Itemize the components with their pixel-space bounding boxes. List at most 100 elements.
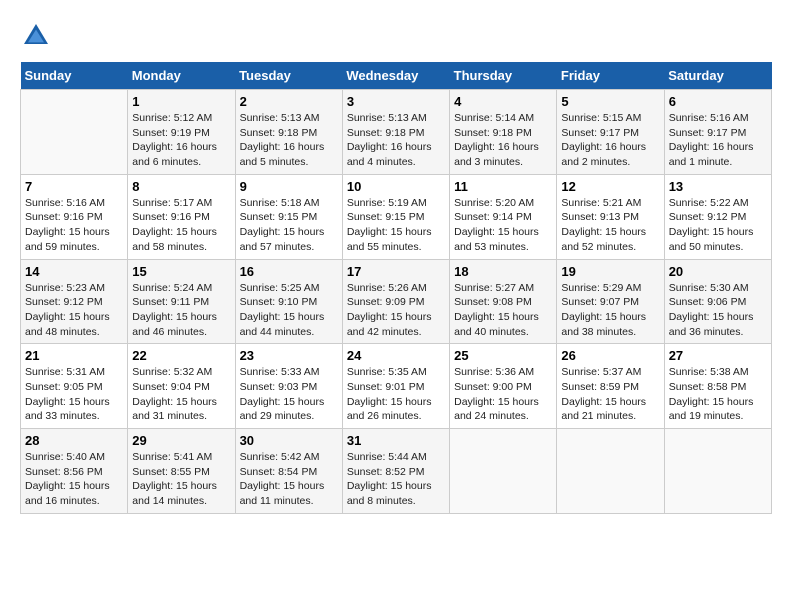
- calendar-cell: [664, 429, 771, 514]
- calendar-cell: 21 Sunrise: 5:31 AM Sunset: 9:05 PM Dayli…: [21, 344, 128, 429]
- calendar-cell: 13Sunrise: 5:22 AM Sunset: 9:12 PM Dayli…: [664, 174, 771, 259]
- day-info: Sunrise: 5:35 AM Sunset: 9:01 PM Dayligh…: [347, 365, 445, 424]
- calendar-cell: 27Sunrise: 5:38 AM Sunset: 8:58 PM Dayli…: [664, 344, 771, 429]
- calendar-cell: 24 Sunrise: 5:35 AM Sunset: 9:01 PM Dayli…: [342, 344, 449, 429]
- day-info: Sunrise: 5:33 AM Sunset: 9:03 PM Dayligh…: [240, 365, 338, 424]
- weekday-header-tuesday: Tuesday: [235, 62, 342, 90]
- day-info: Sunrise: 5:25 AM Sunset: 9:10 PM Dayligh…: [240, 281, 338, 340]
- calendar-cell: 7 Sunrise: 5:16 AM Sunset: 9:16 PM Daylig…: [21, 174, 128, 259]
- day-number: 30: [240, 433, 338, 448]
- day-number: 17: [347, 264, 445, 279]
- calendar-cell: 14 Sunrise: 5:23 AM Sunset: 9:12 PM Dayli…: [21, 259, 128, 344]
- day-info: Sunrise: 5:40 AM Sunset: 8:56 PM Dayligh…: [25, 450, 123, 509]
- calendar-week-row: 7 Sunrise: 5:16 AM Sunset: 9:16 PM Daylig…: [21, 174, 772, 259]
- day-info: Sunrise: 5:36 AM Sunset: 9:00 PM Dayligh…: [454, 365, 552, 424]
- calendar-cell: 22Sunrise: 5:32 AM Sunset: 9:04 PM Dayli…: [128, 344, 235, 429]
- calendar-cell: 17 Sunrise: 5:26 AM Sunset: 9:09 PM Dayli…: [342, 259, 449, 344]
- day-number: 23: [240, 348, 338, 363]
- calendar-cell: 18Sunrise: 5:27 AM Sunset: 9:08 PM Dayli…: [450, 259, 557, 344]
- calendar-cell: 26Sunrise: 5:37 AM Sunset: 8:59 PM Dayli…: [557, 344, 664, 429]
- day-number: 11: [454, 179, 552, 194]
- calendar-cell: 25 Sunrise: 5:36 AM Sunset: 9:00 PM Dayli…: [450, 344, 557, 429]
- day-info: Sunrise: 5:16 AM Sunset: 9:17 PM Dayligh…: [669, 111, 767, 170]
- day-info: Sunrise: 5:31 AM Sunset: 9:05 PM Dayligh…: [25, 365, 123, 424]
- day-number: 15: [132, 264, 230, 279]
- day-number: 13: [669, 179, 767, 194]
- page-header: [20, 20, 772, 52]
- day-info: Sunrise: 5:44 AM Sunset: 8:52 PM Dayligh…: [347, 450, 445, 509]
- day-number: 14: [25, 264, 123, 279]
- day-number: 29: [132, 433, 230, 448]
- weekday-header-wednesday: Wednesday: [342, 62, 449, 90]
- day-number: 21: [25, 348, 123, 363]
- calendar-cell: [21, 90, 128, 175]
- day-info: Sunrise: 5:20 AM Sunset: 9:14 PM Dayligh…: [454, 196, 552, 255]
- calendar-table: SundayMondayTuesdayWednesdayThursdayFrid…: [20, 62, 772, 514]
- day-info: Sunrise: 5:12 AM Sunset: 9:19 PM Dayligh…: [132, 111, 230, 170]
- day-info: Sunrise: 5:13 AM Sunset: 9:18 PM Dayligh…: [240, 111, 338, 170]
- day-info: Sunrise: 5:27 AM Sunset: 9:08 PM Dayligh…: [454, 281, 552, 340]
- day-number: 24: [347, 348, 445, 363]
- day-info: Sunrise: 5:18 AM Sunset: 9:15 PM Dayligh…: [240, 196, 338, 255]
- day-info: Sunrise: 5:26 AM Sunset: 9:09 PM Dayligh…: [347, 281, 445, 340]
- day-number: 4: [454, 94, 552, 109]
- calendar-cell: 10Sunrise: 5:19 AM Sunset: 9:15 PM Dayli…: [342, 174, 449, 259]
- day-info: Sunrise: 5:17 AM Sunset: 9:16 PM Dayligh…: [132, 196, 230, 255]
- weekday-header-saturday: Saturday: [664, 62, 771, 90]
- day-info: Sunrise: 5:16 AM Sunset: 9:16 PM Dayligh…: [25, 196, 123, 255]
- day-number: 31: [347, 433, 445, 448]
- day-number: 2: [240, 94, 338, 109]
- day-info: Sunrise: 5:15 AM Sunset: 9:17 PM Dayligh…: [561, 111, 659, 170]
- day-number: 8: [132, 179, 230, 194]
- day-number: 19: [561, 264, 659, 279]
- weekday-header-monday: Monday: [128, 62, 235, 90]
- logo-icon: [20, 20, 52, 52]
- calendar-cell: 23 Sunrise: 5:33 AM Sunset: 9:03 PM Dayli…: [235, 344, 342, 429]
- calendar-cell: 28 Sunrise: 5:40 AM Sunset: 8:56 PM Dayli…: [21, 429, 128, 514]
- day-number: 20: [669, 264, 767, 279]
- logo: [20, 20, 56, 52]
- day-number: 1: [132, 94, 230, 109]
- day-info: Sunrise: 5:29 AM Sunset: 9:07 PM Dayligh…: [561, 281, 659, 340]
- calendar-week-row: 21 Sunrise: 5:31 AM Sunset: 9:05 PM Dayli…: [21, 344, 772, 429]
- day-number: 22: [132, 348, 230, 363]
- day-info: Sunrise: 5:19 AM Sunset: 9:15 PM Dayligh…: [347, 196, 445, 255]
- day-number: 12: [561, 179, 659, 194]
- day-number: 7: [25, 179, 123, 194]
- day-number: 27: [669, 348, 767, 363]
- day-info: Sunrise: 5:24 AM Sunset: 9:11 PM Dayligh…: [132, 281, 230, 340]
- calendar-cell: 4 Sunrise: 5:14 AM Sunset: 9:18 PM Daylig…: [450, 90, 557, 175]
- calendar-week-row: 14 Sunrise: 5:23 AM Sunset: 9:12 PM Dayli…: [21, 259, 772, 344]
- day-number: 9: [240, 179, 338, 194]
- day-info: Sunrise: 5:14 AM Sunset: 9:18 PM Dayligh…: [454, 111, 552, 170]
- day-info: Sunrise: 5:30 AM Sunset: 9:06 PM Dayligh…: [669, 281, 767, 340]
- day-number: 25: [454, 348, 552, 363]
- day-number: 5: [561, 94, 659, 109]
- day-info: Sunrise: 5:23 AM Sunset: 9:12 PM Dayligh…: [25, 281, 123, 340]
- calendar-cell: 19 Sunrise: 5:29 AM Sunset: 9:07 PM Dayli…: [557, 259, 664, 344]
- weekday-header-sunday: Sunday: [21, 62, 128, 90]
- day-number: 6: [669, 94, 767, 109]
- day-number: 28: [25, 433, 123, 448]
- calendar-cell: 6 Sunrise: 5:16 AM Sunset: 9:17 PM Daylig…: [664, 90, 771, 175]
- calendar-cell: 30 Sunrise: 5:42 AM Sunset: 8:54 PM Dayli…: [235, 429, 342, 514]
- calendar-cell: 5 Sunrise: 5:15 AM Sunset: 9:17 PM Daylig…: [557, 90, 664, 175]
- calendar-cell: 31 Sunrise: 5:44 AM Sunset: 8:52 PM Dayli…: [342, 429, 449, 514]
- calendar-cell: 8 Sunrise: 5:17 AM Sunset: 9:16 PM Daylig…: [128, 174, 235, 259]
- calendar-cell: 15 Sunrise: 5:24 AM Sunset: 9:11 PM Dayli…: [128, 259, 235, 344]
- calendar-cell: [557, 429, 664, 514]
- weekday-header-row: SundayMondayTuesdayWednesdayThursdayFrid…: [21, 62, 772, 90]
- calendar-cell: 12Sunrise: 5:21 AM Sunset: 9:13 PM Dayli…: [557, 174, 664, 259]
- calendar-cell: 11 Sunrise: 5:20 AM Sunset: 9:14 PM Dayli…: [450, 174, 557, 259]
- calendar-cell: 1 Sunrise: 5:12 AM Sunset: 9:19 PM Daylig…: [128, 90, 235, 175]
- calendar-cell: 20 Sunrise: 5:30 AM Sunset: 9:06 PM Dayli…: [664, 259, 771, 344]
- day-info: Sunrise: 5:41 AM Sunset: 8:55 PM Dayligh…: [132, 450, 230, 509]
- calendar-cell: 29 Sunrise: 5:41 AM Sunset: 8:55 PM Dayli…: [128, 429, 235, 514]
- day-info: Sunrise: 5:42 AM Sunset: 8:54 PM Dayligh…: [240, 450, 338, 509]
- calendar-cell: 9 Sunrise: 5:18 AM Sunset: 9:15 PM Daylig…: [235, 174, 342, 259]
- calendar-cell: [450, 429, 557, 514]
- calendar-week-row: 28 Sunrise: 5:40 AM Sunset: 8:56 PM Dayli…: [21, 429, 772, 514]
- day-info: Sunrise: 5:13 AM Sunset: 9:18 PM Dayligh…: [347, 111, 445, 170]
- day-number: 26: [561, 348, 659, 363]
- weekday-header-friday: Friday: [557, 62, 664, 90]
